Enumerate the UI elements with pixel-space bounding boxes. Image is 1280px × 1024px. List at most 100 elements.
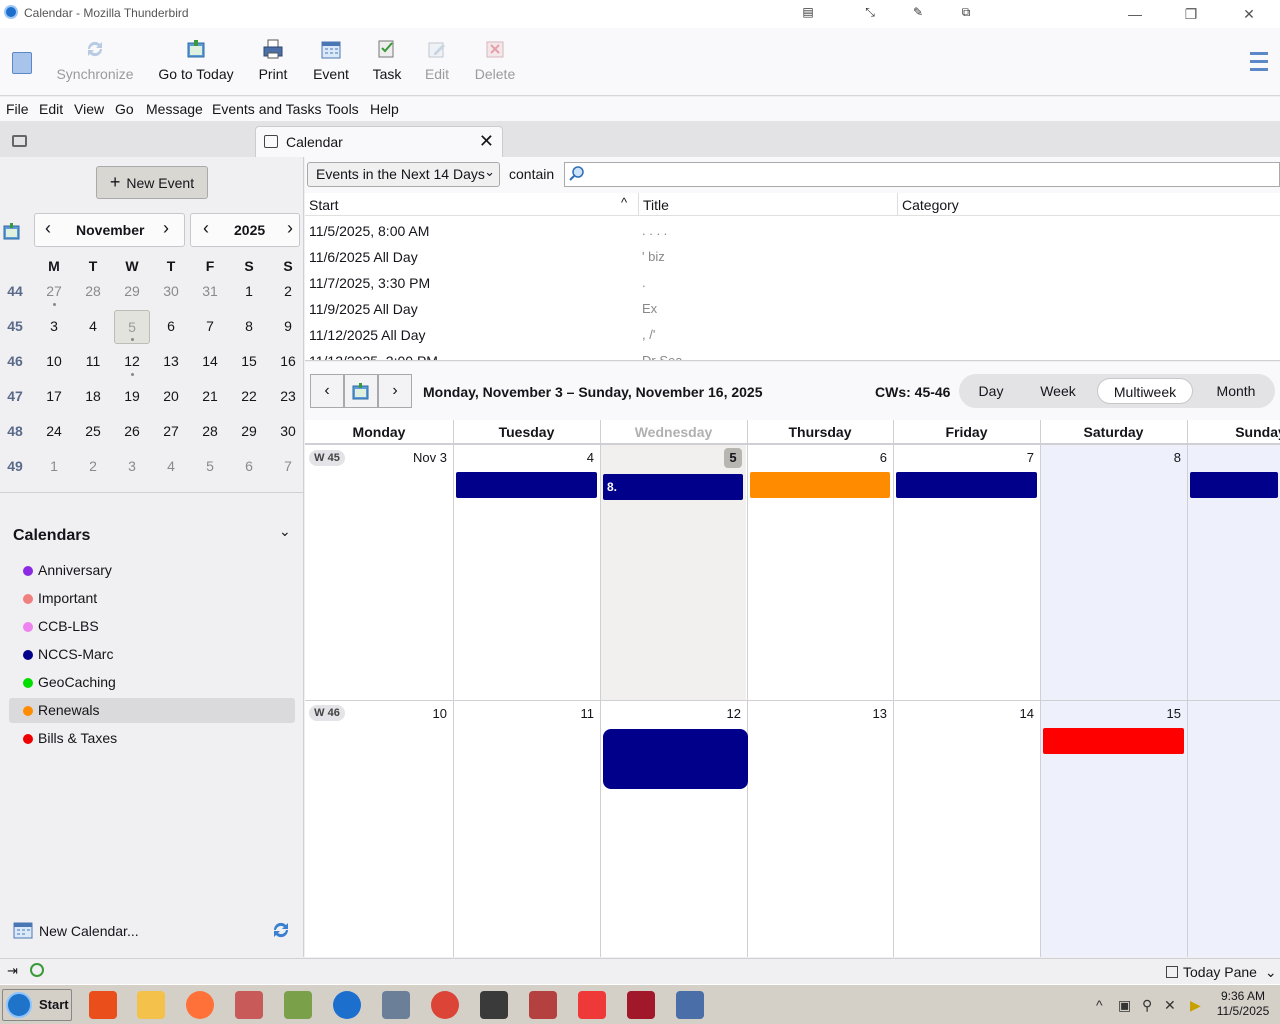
- delete-button[interactable]: Delete: [472, 38, 518, 90]
- tab-mail[interactable]: [4, 127, 86, 157]
- view-multiweek-tab[interactable]: Multiweek: [1097, 378, 1193, 404]
- synchronize-button[interactable]: Synchronize: [56, 38, 134, 90]
- column-separator[interactable]: [897, 193, 898, 216]
- view-month-tab[interactable]: Month: [1203, 378, 1269, 404]
- tray-search-icon[interactable]: ⚲: [1142, 997, 1152, 1014]
- mini-month-day[interactable]: 19: [114, 388, 150, 404]
- event-list-row[interactable]: 11/5/2025, 8:00 AM . . . .: [305, 217, 1280, 243]
- new-task-button[interactable]: Task: [370, 38, 404, 90]
- app-icon-2[interactable]: [235, 991, 263, 1019]
- chrome-icon[interactable]: [431, 991, 459, 1019]
- thunderbird-taskbar-icon[interactable]: [333, 991, 361, 1019]
- mini-month-day[interactable]: 26: [114, 423, 150, 439]
- chevron-down-icon[interactable]: ⌄: [279, 523, 291, 540]
- mini-month-day[interactable]: 27: [153, 423, 189, 439]
- event-search-input[interactable]: [564, 162, 1280, 187]
- calendar-item[interactable]: Important: [9, 586, 295, 611]
- menu-file[interactable]: File: [6, 101, 29, 117]
- mini-month-day[interactable]: 29: [114, 283, 150, 299]
- today-pane-toggle[interactable]: Today Pane ⌄: [1166, 964, 1277, 981]
- close-button[interactable]: ✕: [1226, 0, 1272, 28]
- tray-chevron-icon[interactable]: ^: [1096, 997, 1103, 1013]
- calendar-item[interactable]: GeoCaching: [9, 670, 295, 695]
- network-icon[interactable]: [382, 991, 410, 1019]
- mini-month-day[interactable]: 17: [36, 388, 72, 404]
- menu-go[interactable]: Go: [115, 101, 134, 117]
- week-number[interactable]: 48: [0, 423, 30, 439]
- mini-month-day[interactable]: 2: [270, 283, 306, 299]
- event-item[interactable]: [750, 472, 890, 498]
- toggle-pane-icon[interactable]: ⇥: [7, 963, 18, 979]
- event-item[interactable]: [456, 472, 597, 498]
- calendar-item[interactable]: NCCS-Marc: [9, 642, 295, 667]
- new-event-toolbar-button[interactable]: Event: [310, 38, 352, 90]
- menu-message[interactable]: Message: [146, 101, 203, 117]
- event-item[interactable]: [1043, 728, 1184, 754]
- folder-pane-icon[interactable]: [12, 52, 32, 74]
- view-week-tab[interactable]: Week: [1027, 378, 1089, 404]
- mini-month-day[interactable]: 1: [36, 458, 72, 474]
- week-number[interactable]: 45: [0, 318, 30, 334]
- keyboard-icon[interactable]: ▤: [800, 5, 816, 19]
- mini-month-day[interactable]: 4: [153, 458, 189, 474]
- event-filter-select[interactable]: Events in the Next 14 Days ⌄: [307, 162, 500, 187]
- media-play-icon[interactable]: ▶: [1190, 997, 1201, 1014]
- week-badge-45[interactable]: W 45: [309, 450, 345, 466]
- event-list-row[interactable]: 11/12/2025, 2:00 PM Dr Sea: [305, 347, 1280, 360]
- event-item[interactable]: [603, 729, 748, 789]
- calculator-icon[interactable]: [627, 991, 655, 1019]
- calendar-item[interactable]: Anniversary: [9, 558, 295, 583]
- mini-month-day[interactable]: 21: [192, 388, 228, 404]
- mini-month-day[interactable]: 12: [114, 353, 150, 369]
- event-item[interactable]: 8.: [603, 474, 743, 500]
- mini-month-day[interactable]: 4: [75, 318, 111, 334]
- mini-month-day[interactable]: 10: [36, 353, 72, 369]
- start-button[interactable]: Start: [2, 989, 72, 1021]
- day-number[interactable]: 6: [827, 450, 887, 465]
- mini-month-day[interactable]: 23: [270, 388, 306, 404]
- mini-month-day[interactable]: 30: [270, 423, 306, 439]
- mini-month-day[interactable]: 14: [192, 353, 228, 369]
- new-event-button[interactable]: + New Event: [96, 166, 208, 199]
- menu-help[interactable]: Help: [370, 101, 399, 117]
- menu-edit[interactable]: Edit: [39, 101, 63, 117]
- today-button[interactable]: [344, 374, 378, 408]
- mini-month-day[interactable]: 18: [75, 388, 111, 404]
- app-icon-4[interactable]: [529, 991, 557, 1019]
- next-year-icon[interactable]: ›: [287, 218, 293, 239]
- menu-events-and-tasks[interactable]: Events and Tasks: [212, 101, 321, 117]
- prev-year-icon[interactable]: ‹: [203, 218, 209, 239]
- day-number[interactable]: Nov 3: [387, 450, 447, 465]
- day-number[interactable]: 7: [974, 450, 1034, 465]
- remote-desktop-icon[interactable]: [676, 991, 704, 1019]
- event-list-row[interactable]: 11/12/2025 All Day , /': [305, 321, 1280, 347]
- minimize-button[interactable]: —: [1112, 0, 1158, 28]
- column-title[interactable]: Title: [643, 197, 669, 213]
- mini-month-day[interactable]: 11: [75, 353, 111, 369]
- day-number[interactable]: 13: [827, 706, 887, 721]
- mini-month-day[interactable]: 6: [231, 458, 267, 474]
- week-number[interactable]: 47: [0, 388, 30, 404]
- mini-month-day[interactable]: 29: [231, 423, 267, 439]
- mini-month-day[interactable]: 2: [75, 458, 111, 474]
- menu-tools[interactable]: Tools: [326, 101, 359, 117]
- tool-icon[interactable]: ⤡: [862, 5, 878, 19]
- system-clock[interactable]: 9:36 AM 11/5/2025: [1214, 989, 1272, 1019]
- mini-month-day[interactable]: 13: [153, 353, 189, 369]
- prev-month-icon[interactable]: ‹: [45, 218, 51, 239]
- day-number[interactable]: 12: [681, 706, 741, 721]
- mini-month-day[interactable]: 27: [36, 283, 72, 299]
- tab-calendar[interactable]: Calendar ✕: [255, 126, 503, 157]
- print-button[interactable]: Print: [254, 38, 292, 90]
- mini-month-day[interactable]: 20: [153, 388, 189, 404]
- vivaldi-icon[interactable]: [578, 991, 606, 1019]
- event-list-row[interactable]: 11/6/2025 All Day ' biz: [305, 243, 1280, 269]
- edit-button[interactable]: Edit: [422, 38, 452, 90]
- restore-button[interactable]: ❐: [1168, 0, 1214, 28]
- month-label[interactable]: November: [76, 222, 144, 238]
- mini-month-day[interactable]: 15: [231, 353, 267, 369]
- pin-icon[interactable]: ✎: [910, 5, 926, 19]
- week-number[interactable]: 49: [0, 458, 30, 474]
- event-list-row[interactable]: 11/7/2025, 3:30 PM.: [305, 269, 1280, 295]
- firefox-icon[interactable]: [186, 991, 214, 1019]
